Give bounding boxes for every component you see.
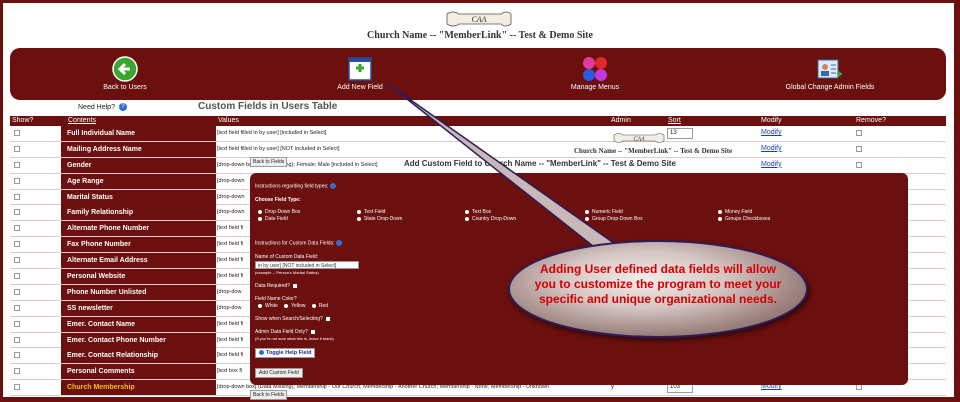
callout-text: Adding User defined data fields will all… bbox=[534, 262, 782, 306]
callout-pointer bbox=[387, 83, 620, 255]
callout-pointer-shape bbox=[387, 83, 620, 255]
